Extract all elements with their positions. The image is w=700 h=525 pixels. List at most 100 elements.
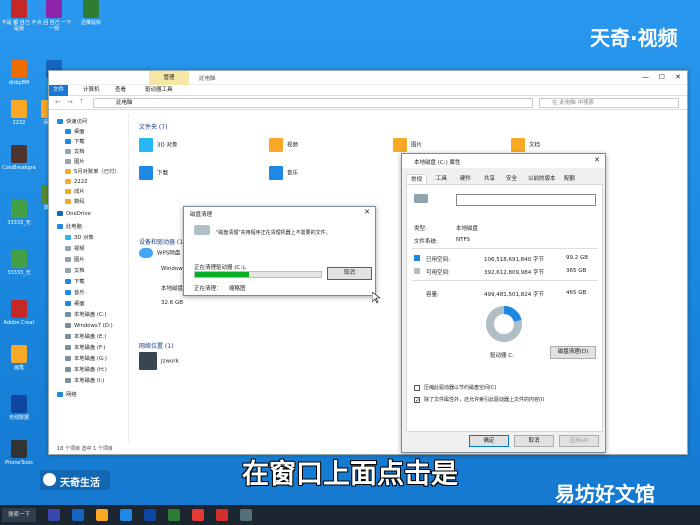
properties-tab[interactable]: 以前的版本 [524,174,560,184]
nav-item[interactable]: 网络 [57,391,77,400]
nav-item[interactable]: 本地磁盘 (C:) [65,311,107,320]
folder-item[interactable]: 文档 [511,138,540,152]
desktop-icon[interactable]: Adobe Creat [0,300,38,344]
desktop-icon[interactable]: 不是 都 自己 不是我 [0,0,38,44]
nav-item[interactable]: 视频 [65,245,85,254]
network-header[interactable]: 网络位置 (1) [139,341,173,350]
folder-item[interactable]: 音乐 [269,166,298,180]
nav-item[interactable]: 图片 [65,256,85,265]
taskbar-app-icon[interactable] [192,509,204,521]
nav-item-label: 成片 [74,189,85,195]
nav-item[interactable]: 5月对账单（已付） [65,168,120,177]
taskbar-app-icon[interactable] [96,509,108,521]
taskbar-app-icon[interactable] [168,509,180,521]
desktop-icon[interactable]: 无线数据 [0,395,38,439]
nav-item-label: 此电脑 [66,224,82,230]
desktop-icon-label: 迅推鼠标 [80,20,101,26]
drive-item[interactable]: Window [161,266,183,272]
taskbar-search[interactable]: 搜索一下 [2,508,36,522]
taskbar-app-icon[interactable] [48,509,60,521]
drive-label: 32.6 GB [161,300,184,306]
network-item[interactable]: Jzwork [139,352,179,370]
properties-tab[interactable]: 共享 [480,174,499,184]
desktop-icon[interactable]: 画笔 [0,345,38,389]
tab-file[interactable]: 文件 [49,85,69,96]
nav-item[interactable]: 本地磁盘 (F:) [65,344,105,353]
minimize-icon[interactable]: — [642,73,649,81]
nav-item[interactable]: 本地磁盘 (H:) [65,366,107,375]
taskbar-app-icon[interactable] [72,509,84,521]
folder-item[interactable]: 下载 [139,166,168,180]
folder-item[interactable]: 图片 [393,138,422,152]
taskbar-app-icon[interactable] [120,509,132,521]
drive-item[interactable]: WPS网盘 [139,248,180,258]
folders-header[interactable]: 文件夹 (7) [139,122,167,131]
nav-item[interactable]: 桌面 [65,128,85,137]
nav-item[interactable]: 本地磁盘 (I:) [65,377,104,386]
folder-label: 音乐 [287,170,299,177]
desktop-icon[interactable]: dirbp8M [0,60,38,104]
nav-item[interactable]: Windows7 (D:) [65,322,113,331]
nav-item[interactable]: 图片 [65,158,85,167]
up-icon[interactable]: ↑ [79,98,84,105]
desktop-icon-label: Adobe Creat [3,320,35,326]
properties-close-icon[interactable]: ✕ [594,156,600,164]
maximize-icon[interactable]: ☐ [659,73,665,81]
nav-item[interactable]: 本地磁盘 (E:) [65,333,106,342]
tab-computer[interactable]: 计算机 [79,85,104,96]
drive-item[interactable]: 32.6 GB [161,300,183,306]
nav-item[interactable]: 成片 [65,188,85,197]
ribbon-group-manage[interactable]: 管理 [149,71,189,85]
taskbar-app-icon[interactable] [240,509,252,521]
properties-tab[interactable]: 常规 [406,174,428,184]
compress-checkbox[interactable] [414,385,420,391]
back-icon[interactable]: ← [55,98,61,106]
properties-tab[interactable]: 硬件 [456,174,475,184]
properties-tab[interactable]: 安全 [502,174,521,184]
address-input[interactable]: 此电脑 [93,98,533,108]
nav-item[interactable]: 3D 对象 [65,234,94,243]
divider [412,280,598,281]
desktop-icon-image [11,60,27,78]
folder-item[interactable]: 视频 [269,138,298,152]
apply-button[interactable]: 应用(A) [559,435,599,447]
taskbar-app-icon[interactable] [144,509,156,521]
desktop-icon[interactable]: 点 回 自己 一下一刻 [35,0,73,44]
nav-item[interactable]: 文档 [65,148,85,157]
properties-tab[interactable]: 工具 [432,174,451,184]
desktop-icon[interactable]: 33333_无 [0,250,38,294]
drives-header[interactable]: 设备和驱动器 (10) [139,237,189,246]
search-input[interactable]: 在 此电脑 中搜索 [539,98,679,108]
nav-item[interactable]: 下载 [65,278,85,287]
taskbar-app-icon[interactable] [216,509,228,521]
nav-item[interactable]: 数码 [65,198,85,207]
taskbar: 搜索一下 [0,505,700,525]
nav-item[interactable]: 快速访问 [57,118,87,127]
nav-item[interactable]: 2222 [65,178,87,187]
watermark-bottom-right: 易坊好文馆 [555,482,655,506]
nav-item[interactable]: 文档 [65,267,85,276]
desktop-icon[interactable]: 迅推鼠标 [72,0,110,44]
cleanup-close-icon[interactable]: ✕ [364,208,370,216]
nav-item[interactable]: 下载 [65,138,85,147]
drive-name-input[interactable] [456,194,596,206]
disk-cleanup-button[interactable]: 磁盘清理(D) [550,346,596,359]
nav-item[interactable]: 音乐 [65,289,85,298]
tab-drive-tools[interactable]: 驱动器工具 [141,85,177,96]
tab-view[interactable]: 查看 [111,85,130,96]
index-checkbox[interactable]: ✓ [414,397,420,404]
nav-item[interactable]: 本地磁盘 (G:) [65,355,107,364]
forward-icon[interactable]: → [67,98,73,106]
mouse-cursor-icon [372,292,380,304]
cancel-button[interactable]: 取消 [514,435,554,447]
nav-item[interactable]: 此电脑 [57,223,82,232]
ok-button[interactable]: 确定 [469,435,509,447]
properties-tab[interactable]: 配额 [560,174,579,184]
desktop-icon[interactable]: ColoBreakgra [0,145,38,189]
nav-item[interactable]: OneDrive [57,210,91,219]
folder-item[interactable]: 3D 对象 [139,138,177,152]
desktop-icon[interactable]: 33333_无 [0,200,38,244]
close-icon[interactable]: ✕ [675,73,681,81]
cleanup-cancel-button[interactable]: 取消 [327,267,372,280]
nav-item[interactable]: 桌面 [65,300,85,309]
